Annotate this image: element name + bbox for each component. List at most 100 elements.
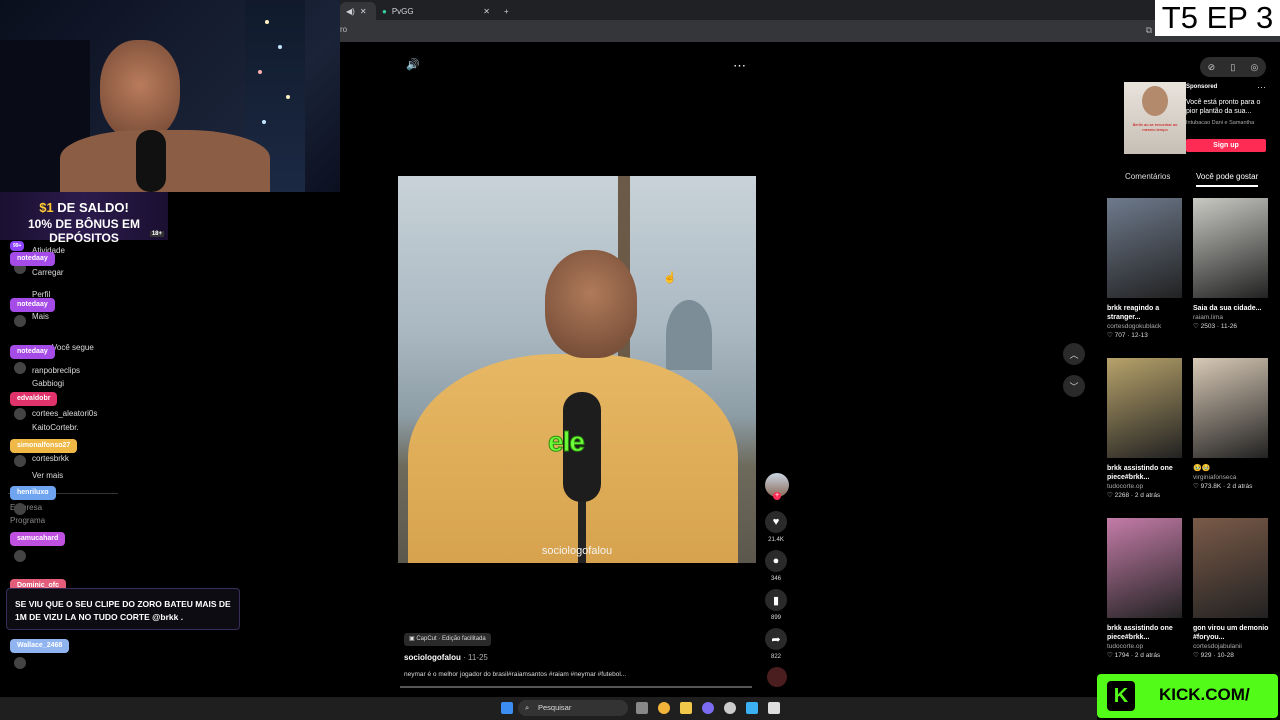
comment-count: 346 [770,576,781,582]
post-date: · 11-25 [463,653,488,662]
chat-username[interactable]: notedaay [10,252,55,266]
video-player[interactable]: ele sociologofalou ☝ [398,176,756,563]
video-date: 2 d atrás [1227,483,1253,490]
compass-icon[interactable]: ⊘ [1208,62,1216,73]
video-thumbnail[interactable] [1193,518,1268,618]
chat-avatar [14,657,26,669]
following-account[interactable]: cortees_aleatori0s [32,409,97,418]
sponsored-ad[interactable]: Berlin ao se encontrar ao mesmo tempo Sp… [1108,82,1268,156]
phone-icon[interactable]: ▯ [1230,62,1235,73]
following-account[interactable]: ranpobreclips [32,366,80,375]
next-video-button[interactable]: ﹀ [1063,375,1085,397]
recommended-video-card[interactable]: brkk assistindo one piece#brkk... tudocor… [1107,518,1183,659]
webcam-feed [0,0,340,192]
comment-button[interactable]: ● [765,550,787,572]
video-title[interactable]: 🥹🥹 [1193,464,1269,473]
video-creator[interactable]: tudocorte.op [1107,643,1183,650]
chat-username[interactable]: notedaay [10,345,55,359]
following-account[interactable]: KaitoCortebr. [32,423,79,432]
windows-start-icon[interactable] [501,702,513,714]
tab-comments[interactable]: Comentários [1125,172,1170,181]
video-watermark: sociologofalou [541,545,613,557]
cursor-hand-icon: ☝ [663,272,677,284]
background-building [666,300,712,370]
video-creator[interactable]: cortesdogokublack [1107,323,1183,330]
recommended-video-card[interactable]: 🥹🥹 virginiafonseca ♡ 973.8K · 2 d atrás [1193,358,1269,490]
video-title[interactable]: gon virou um demonio #foryou... [1193,624,1269,642]
video-progress-bar[interactable] [400,686,752,688]
video-creator[interactable]: tudocorte.op [1107,483,1183,490]
task-view-icon[interactable] [636,702,648,714]
video-stats: ♡ 2503 · 11-26 [1193,323,1238,330]
video-thumbnail[interactable] [1193,198,1268,298]
chat-username[interactable]: Wallace_2468 [10,639,70,653]
chat-username[interactable]: henriluxo [10,486,56,500]
pvgg-favicon-icon: ● [382,6,387,16]
discord-icon[interactable] [702,702,714,714]
following-account[interactable]: Gabbiogi [32,379,64,388]
folder-icon[interactable] [680,702,692,714]
like-button[interactable]: ♥ [765,511,787,533]
video-title[interactable]: brkk assistindo one piece#brkk... [1107,464,1183,482]
settings-icon[interactable] [724,702,736,714]
video-creator[interactable]: virginiafonseca [1193,474,1269,481]
recommended-video-card[interactable]: Saia da sua cidade... raiam.lima ♡ 2503 · … [1193,198,1269,330]
chat-username[interactable]: samucahard [10,532,66,546]
sidebar-item-more[interactable]: Mais [32,312,49,321]
sidebar-item-upload[interactable]: Carregar [32,268,64,277]
telegram-icon[interactable] [746,702,758,714]
chat-avatar [14,315,26,327]
browser-tab-pvgg[interactable]: ● PvGG ✕ [376,2,496,20]
heart-outline-icon: ♡ [1107,652,1115,659]
address-bar[interactable]: ro ⧉ [340,20,1280,42]
post-author[interactable]: sociologofalou · 11-25 [404,653,488,662]
video-thumbnail[interactable] [1107,518,1182,618]
see-more-link[interactable]: Ver mais [32,471,63,480]
episode-label: T5 EP 3 [1155,0,1280,36]
follow-plus-icon[interactable]: + [773,492,781,500]
chrome-icon[interactable] [658,702,670,714]
video-title[interactable]: brkk assistindo one piece#brkk... [1107,624,1183,642]
save-button[interactable]: ▮ [765,589,787,611]
taskbar-search[interactable]: ⌕ Pesquisar [518,700,628,716]
video-title[interactable]: brkk reagindo a stranger... [1107,304,1183,322]
ad-menu-icon[interactable]: ⋯ [1257,82,1266,93]
share-button[interactable]: ➦ [765,628,787,650]
volume-icon[interactable]: 🔊 [406,58,420,71]
tab-you-may-like[interactable]: Você pode gostar [1196,172,1259,187]
post-description: neymar é o melhor jogador do brasil#raia… [404,671,627,678]
chevron-down-icon: ﹀ [1069,381,1079,392]
url-text: ro [340,25,348,34]
footer-link-program[interactable]: Programa [10,516,45,525]
new-tab-icon[interactable]: + [498,2,515,20]
video-stats: ♡ 1794 · 2 d atrás [1107,652,1161,659]
video-thumbnail[interactable] [1193,358,1268,458]
previous-video-button[interactable]: ︿ [1063,343,1085,365]
more-options-icon[interactable]: ⋯ [733,58,746,74]
tab-label: PvGG [391,6,414,16]
signup-button[interactable]: Sign up [1186,139,1266,152]
chat-username[interactable]: notedaay [10,298,55,312]
streamer-mic [136,130,166,192]
translate-icon[interactable]: ⧉ [1146,25,1152,36]
tab-close-icon[interactable]: ✕ [360,7,367,16]
video-creator[interactable]: cortesdojabulanii [1193,643,1269,650]
following-account[interactable]: cortesbrkk [32,454,69,463]
browser-tab-active[interactable]: ◀) ✕ [340,2,376,20]
chat-username[interactable]: simonalfonso27 [10,439,78,453]
recommended-video-card[interactable]: brkk reagindo a stranger... cortesdogokub… [1107,198,1183,339]
recommended-video-card[interactable]: brkk assistindo one piece#brkk... tudocor… [1107,358,1183,499]
recommended-video-card[interactable]: gon virou um demonio #foryou... cortesdoj… [1193,518,1269,659]
sound-disc-icon[interactable] [767,667,787,687]
globe-icon[interactable]: ◎ [1251,62,1259,73]
tab-close-icon[interactable]: ✕ [483,7,490,16]
chat-username[interactable]: edvaldobr [10,392,58,406]
app-icon[interactable] [768,702,780,714]
capcut-tag[interactable]: ▣ CapCut · Edição facilitada [404,633,491,646]
save-count: 899 [770,615,781,621]
video-title[interactable]: Saia da sua cidade... [1193,304,1269,313]
video-stats: ♡ 707 · 12-13 [1107,332,1148,339]
video-thumbnail[interactable] [1107,198,1182,298]
video-thumbnail[interactable] [1107,358,1182,458]
video-creator[interactable]: raiam.lima [1193,314,1269,321]
